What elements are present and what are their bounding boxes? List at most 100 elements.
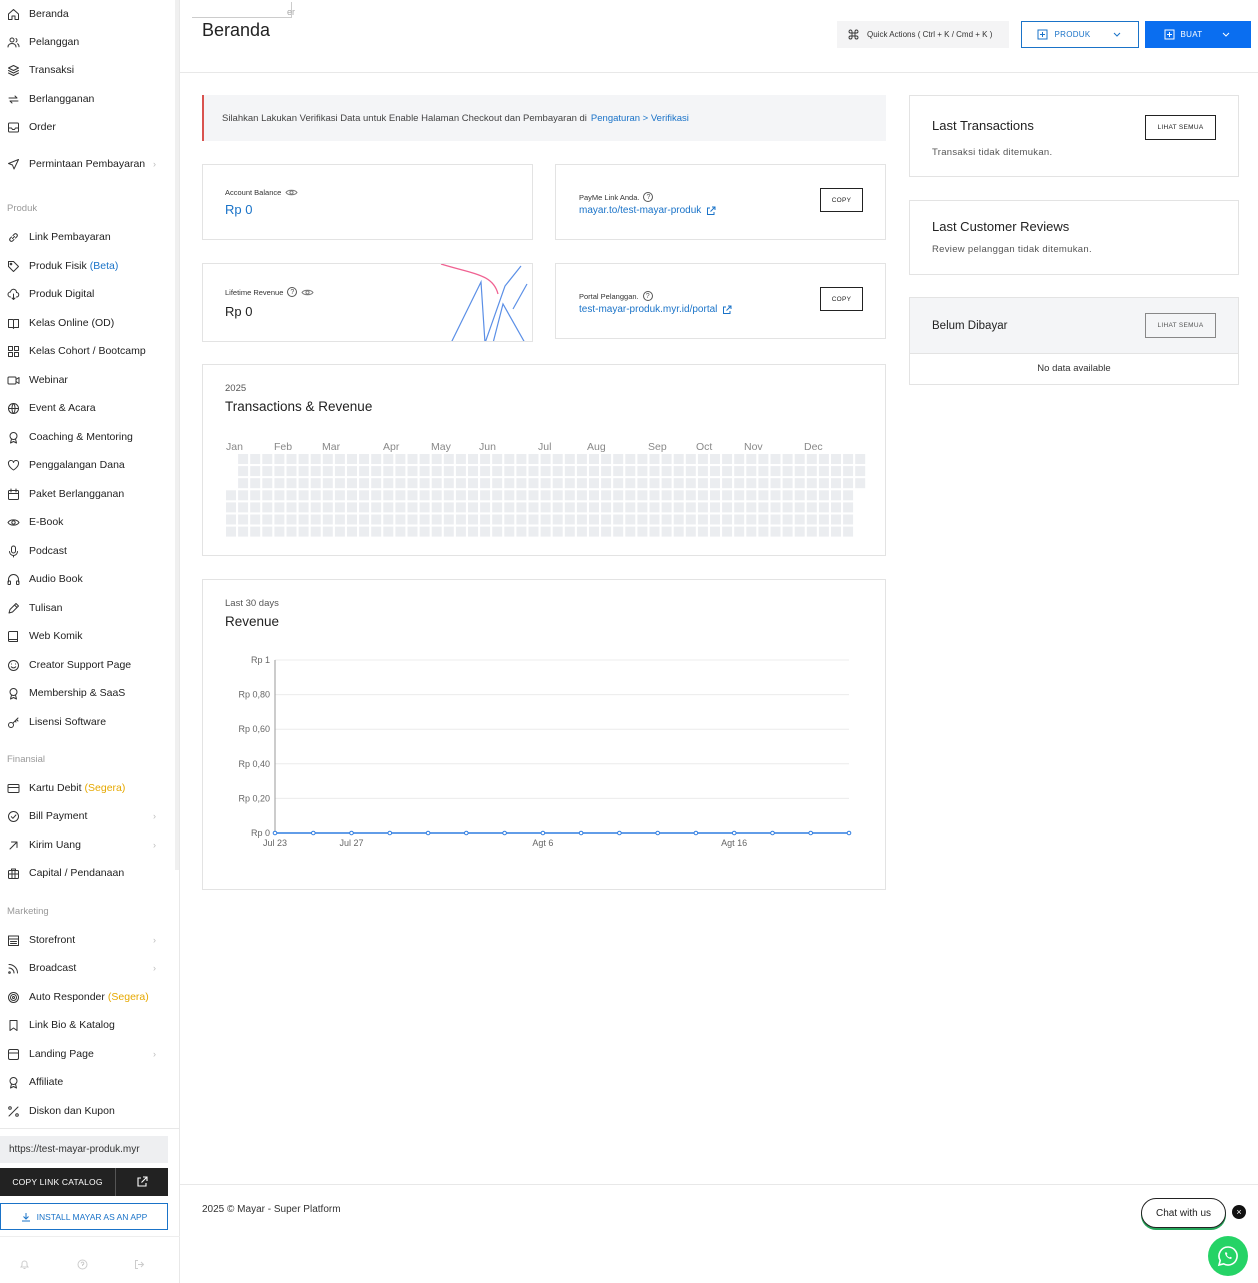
sidebar-item-kirim-uang[interactable]: Kirim Uang › [0,832,170,858]
quick-actions-button[interactable]: Quick Actions ( Ctrl + K / Cmd + K ) [837,21,1009,48]
portal-link[interactable]: test-mayar-produk.myr.id/portal [579,304,717,315]
revenue-data-point[interactable] [540,830,546,836]
verification-link[interactable]: Pengaturan > Verifikasi [591,113,689,124]
copy-payme-button[interactable]: COPY [820,188,863,212]
sidebar-item-capital-pendanaan[interactable]: Capital / Pendanaan [0,860,170,886]
heatmap-cell [685,454,696,464]
help-icon[interactable] [75,1257,89,1271]
heatmap-cell [661,490,672,501]
revenue-data-point[interactable] [846,830,852,836]
sidebar-item-transaksi[interactable]: Transaksi [0,57,170,83]
help-icon[interactable]: ? [643,192,654,202]
sidebar-item-diskon-dan-kupon[interactable]: Diskon dan Kupon [0,1098,170,1124]
catalog-url-field[interactable]: https://test-mayar-produk.myr [0,1136,168,1163]
sidebar-item-pelanggan[interactable]: Pelanggan [0,29,170,55]
payme-link[interactable]: mayar.to/test-mayar-produk [579,205,701,216]
produk-dropdown-button[interactable]: PRODUK [1021,21,1139,48]
copy-portal-button[interactable]: COPY [820,287,863,311]
copy-link-catalog-button[interactable]: COPY LINK CATALOG [0,1168,115,1196]
sidebar-item-order[interactable]: Order [0,114,170,140]
bell-icon[interactable] [17,1257,31,1271]
sidebar-item-landing-page[interactable]: Landing Page › [0,1041,170,1067]
sidebar-item-auto-responder[interactable]: Auto Responder (Segera) [0,984,170,1010]
revenue-data-point[interactable] [272,830,278,836]
revenue-data-point[interactable] [349,830,354,836]
lifetime-revenue-card: Lifetime Revenue ? Rp 0 [202,263,533,342]
sidebar-item-paket-berlangganan[interactable]: Paket Berlangganan [0,481,170,507]
heatmap-cell [310,466,321,477]
sidebar-item-podcast[interactable]: Podcast [0,538,170,564]
chat-with-us-button[interactable]: Chat with us [1141,1198,1226,1228]
sidebar-item-webinar[interactable]: Webinar [0,367,170,393]
heatmap-cell [504,478,515,489]
sidebar-item-coaching-mentoring[interactable]: Coaching & Mentoring [0,424,170,450]
whatsapp-button[interactable] [1208,1236,1248,1276]
heatmap-cell [298,490,309,501]
sidebar-item-beranda[interactable]: Beranda [0,1,170,27]
sidebar-item-label: Storefront [29,933,150,948]
sidebar-item-link-pembayaran[interactable]: Link Pembayaran [0,224,170,250]
sidebar-item-kelas-cohort-bootcamp[interactable]: Kelas Cohort / Bootcamp [0,338,170,364]
sidebar-item-audio-book[interactable]: Audio Book [0,566,170,592]
revenue-data-point[interactable] [617,830,622,836]
buat-dropdown-button[interactable]: BUAT [1145,21,1251,48]
heatmap-cell [806,502,817,513]
revenue-data-point[interactable] [578,830,584,836]
revenue-data-point[interactable] [655,830,661,836]
install-app-button[interactable]: INSTALL MAYAR AS AN APP [0,1203,168,1230]
sidebar-item-membership-saas[interactable]: Membership & SaaS [0,680,170,706]
heatmap-cell [722,466,733,477]
heatmap-cell [468,454,478,464]
revenue-data-point[interactable] [311,830,316,836]
x-tick-label: Agt 16 [721,838,747,848]
sidebar-item-event-acara[interactable]: Event & Acara [0,395,170,421]
revenue-data-point[interactable] [502,830,507,836]
see-all-unpaid-button[interactable]: LIHAT SEMUA [1145,313,1216,338]
heatmap-cell [443,490,454,501]
sidebar-item-label: Kelas Online (OD) [29,316,150,331]
sidebar-item-permintaan-pembayaran[interactable]: Permintaan Pembayaran › [0,148,170,180]
sidebar-item-text: Order [29,120,56,133]
sidebar-item-berlangganan[interactable]: Berlangganan [0,86,170,112]
heatmap-cell [770,454,781,464]
revenue-data-point[interactable] [770,830,775,836]
sidebar-item-creator-support-page[interactable]: Creator Support Page [0,652,170,678]
eye-icon[interactable] [301,288,314,297]
revenue-data-point[interactable] [464,830,469,836]
revenue-data-point[interactable] [693,830,699,836]
sidebar-item-kelas-online-od[interactable]: Kelas Online (OD) [0,310,170,336]
revenue-data-point[interactable] [808,830,814,836]
revenue-data-point[interactable] [387,830,393,836]
sidebar-item-broadcast[interactable]: Broadcast › [0,955,170,981]
revenue-data-point[interactable] [425,830,431,836]
sidebar-item-lisensi-software[interactable]: Lisensi Software [0,709,170,735]
sidebar-item-storefront[interactable]: Storefront › [0,927,170,953]
sidebar-item-link-bio-katalog[interactable]: Link Bio & Katalog [0,1012,170,1038]
sidebar-item-tulisan[interactable]: Tulisan [0,595,170,621]
mic-icon [7,545,20,558]
sidebar-scrollbar[interactable] [175,0,179,870]
open-catalog-button[interactable] [115,1168,168,1196]
sidebar-item-affiliate[interactable]: Affiliate [0,1069,170,1095]
sidebar-item-e-book[interactable]: E-Book [0,509,170,535]
see-all-transactions-button[interactable]: LIHAT SEMUA [1145,115,1216,140]
heatmap-cell [407,514,418,525]
close-chat-icon[interactable]: × [1232,1205,1246,1219]
eye-icon[interactable] [285,188,298,197]
revenue-data-point[interactable] [731,830,737,836]
sidebar-item-web-komik[interactable]: Web Komik [0,623,170,649]
help-icon[interactable]: ? [642,291,653,301]
sidebar-item-produk-fisik[interactable]: Produk Fisik (Beta) [0,253,170,279]
plus-square-icon [1164,29,1175,40]
sidebar-item-produk-digital[interactable]: Produk Digital [0,281,170,307]
help-icon[interactable]: ? [287,287,298,297]
external-link-icon[interactable] [706,206,716,216]
sidebar-item-kartu-debit[interactable]: Kartu Debit (Segera) [0,775,170,801]
sidebar-item-bill-payment[interactable]: Bill Payment › [0,803,170,829]
external-link-icon[interactable] [722,305,732,315]
logout-icon[interactable] [132,1257,146,1271]
heatmap-cell [455,526,466,537]
sidebar-item-penggalangan-dana[interactable]: Penggalangan Dana [0,452,170,478]
heatmap-cell [468,514,478,525]
heatmap-month-label: Jun [479,441,496,453]
